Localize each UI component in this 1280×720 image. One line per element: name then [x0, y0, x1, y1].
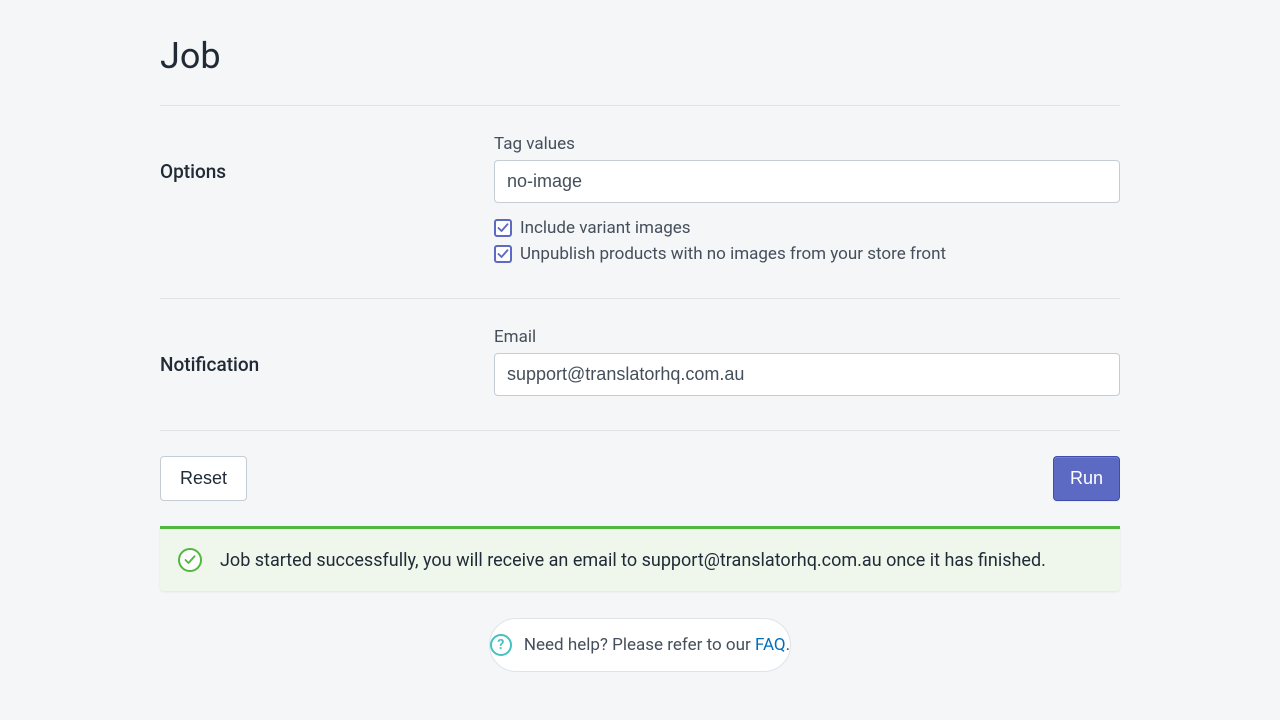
actions-row: Reset Run	[160, 430, 1120, 526]
email-input[interactable]	[494, 353, 1120, 396]
options-section: Options Tag values Include variant image…	[160, 105, 1120, 298]
success-check-icon	[178, 548, 202, 572]
include-variant-label: Include variant images	[520, 218, 691, 238]
help-card: ? Need help? Please refer to our FAQ.	[489, 618, 791, 672]
check-icon	[497, 222, 509, 234]
include-variant-checkbox[interactable]	[494, 219, 512, 237]
page-title: Job	[160, 35, 1120, 77]
unpublish-label: Unpublish products with no images from y…	[520, 244, 946, 264]
options-section-label: Options	[160, 134, 494, 264]
check-icon	[497, 248, 509, 260]
help-suffix: .	[786, 635, 790, 655]
banner-message: Job started successfully, you will recei…	[220, 550, 1046, 571]
question-icon: ?	[490, 634, 512, 656]
success-banner: Job started successfully, you will recei…	[160, 526, 1120, 591]
reset-button[interactable]: Reset	[160, 456, 247, 501]
email-label: Email	[494, 327, 1120, 347]
faq-link[interactable]: FAQ	[755, 635, 786, 655]
unpublish-checkbox[interactable]	[494, 245, 512, 263]
notification-section: Notification Email	[160, 298, 1120, 430]
run-button[interactable]: Run	[1053, 456, 1120, 501]
tag-values-label: Tag values	[494, 134, 1120, 154]
notification-section-label: Notification	[160, 327, 494, 396]
help-text: Need help? Please refer to our FAQ.	[524, 635, 790, 655]
help-prefix: Need help? Please refer to our	[524, 635, 755, 655]
tag-values-input[interactable]	[494, 160, 1120, 203]
